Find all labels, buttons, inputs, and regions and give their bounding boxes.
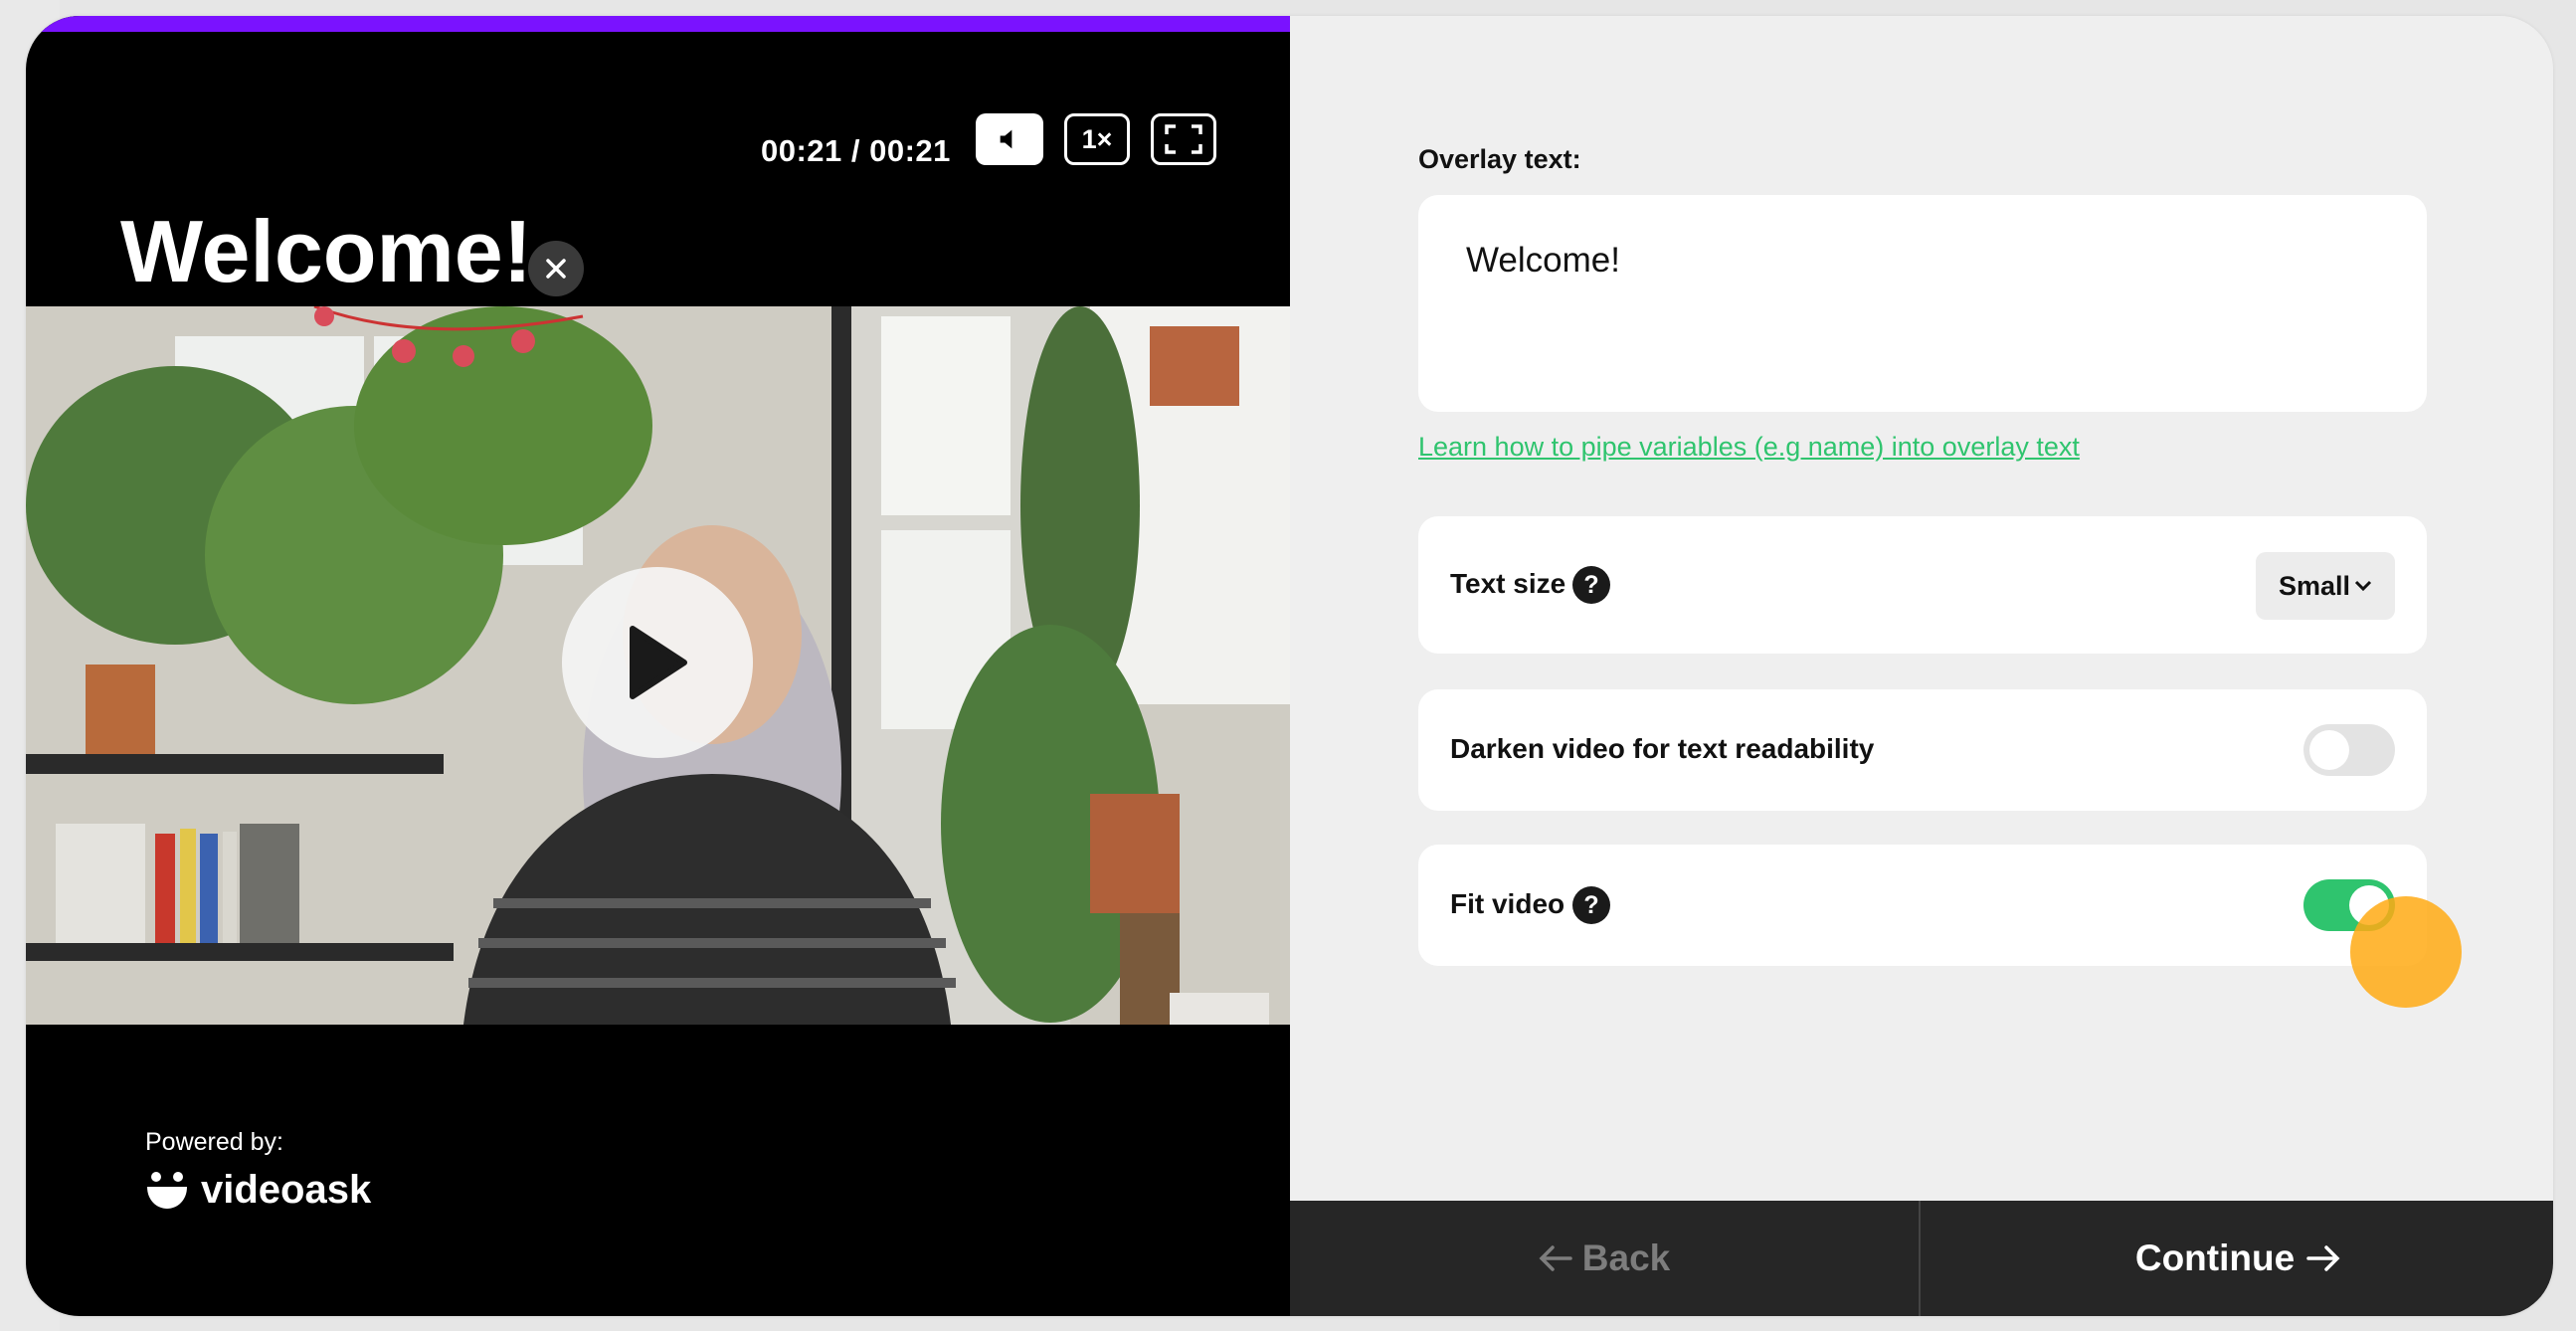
darken-video-label: Darken video for text readability <box>1450 733 1875 764</box>
footer-nav: Back Continue <box>1290 1201 2553 1316</box>
mute-button[interactable] <box>976 113 1043 165</box>
overlay-settings-panel: Overlay text: Learn how to pipe variable… <box>1290 16 2553 1201</box>
fullscreen-icon <box>1165 124 1202 154</box>
continue-label: Continue <box>2134 1237 2296 1278</box>
video-player: 00:21 / 00:21 1× Welcome! Powered by: vi… <box>26 16 1290 1316</box>
text-size-label: Text size <box>1450 568 1566 599</box>
powered-by-label: Powered by: <box>145 1128 283 1156</box>
fullscreen-button[interactable] <box>1151 113 1216 165</box>
videoask-logo-icon <box>147 1171 187 1209</box>
arrow-right-icon <box>2306 1245 2340 1271</box>
remove-overlay-button[interactable] <box>528 241 584 296</box>
pipe-variables-link[interactable]: Learn how to pipe variables (e.g name) i… <box>1418 432 2080 463</box>
darken-video-row: Darken video for text readability <box>1418 689 2427 811</box>
back-button[interactable]: Back <box>1290 1201 1921 1316</box>
play-button[interactable] <box>562 567 753 758</box>
overlay-text-label: Overlay text: <box>1418 144 1581 174</box>
pointer-highlight <box>2350 896 2462 1008</box>
time-display: 00:21 / 00:21 <box>761 133 951 168</box>
playback-speed-button[interactable]: 1× <box>1064 113 1130 165</box>
brand-logo[interactable]: videoask <box>145 1168 371 1213</box>
help-icon[interactable]: ? <box>1572 886 1610 924</box>
darken-video-toggle[interactable] <box>2303 724 2395 776</box>
speaker-icon <box>1000 129 1012 149</box>
progress-fill <box>26 16 1290 32</box>
play-icon <box>630 626 687 699</box>
text-size-dropdown[interactable]: Small <box>2256 552 2395 620</box>
overlay-text-input[interactable] <box>1418 195 2427 412</box>
text-size-row: Text size ? Small <box>1418 516 2427 654</box>
arrow-left-icon <box>1539 1245 1572 1271</box>
continue-button[interactable]: Continue <box>1923 1201 2553 1316</box>
brand-name: videoask <box>201 1168 372 1212</box>
back-label: Back <box>1581 1237 1671 1278</box>
progress-bar[interactable] <box>26 16 1290 32</box>
toggle-knob <box>2309 730 2349 770</box>
fit-video-label: Fit video <box>1450 888 1565 919</box>
text-size-value: Small <box>2278 570 2351 601</box>
close-icon <box>546 259 566 279</box>
overlay-title: Welcome! <box>120 202 533 300</box>
help-icon[interactable]: ? <box>1572 566 1610 604</box>
fit-video-row: Fit video ? <box>1418 845 2427 966</box>
editor-modal: 00:21 / 00:21 1× Welcome! Powered by: vi… <box>26 16 2553 1316</box>
chevron-down-icon <box>2354 580 2372 592</box>
